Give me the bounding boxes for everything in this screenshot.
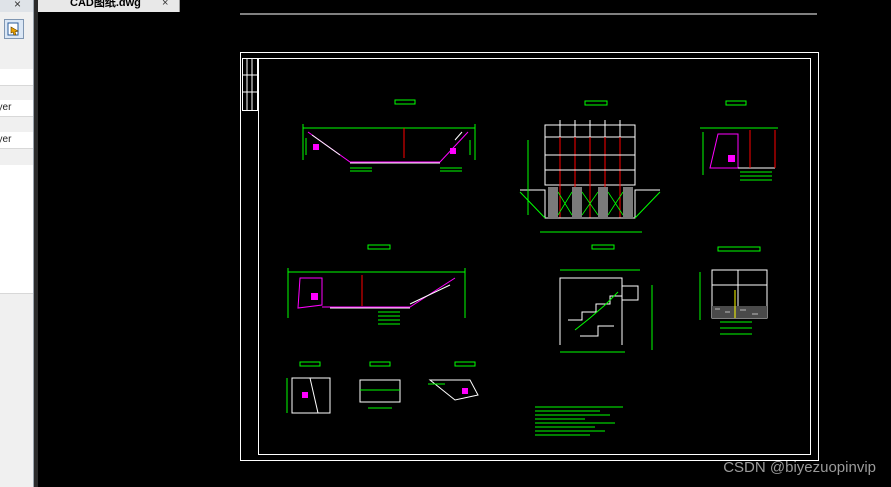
layer-tool-icon[interactable] — [4, 19, 24, 39]
detail-b — [359, 361, 401, 409]
panel-row[interactable] — [0, 213, 33, 230]
stair-section — [559, 244, 653, 353]
file-tab-title: CAD图纸.dwg — [70, 0, 141, 9]
sheet-inner-frame — [258, 58, 811, 455]
panel-header: × — [0, 0, 33, 12]
panel-row[interactable] — [0, 69, 33, 86]
detail-c — [428, 361, 479, 401]
cad-drawing-canvas[interactable] — [38, 12, 891, 487]
watermark-text: CSDN @biyezuopinvip — [723, 459, 876, 476]
cross-section-1 — [302, 99, 476, 172]
layer-row[interactable]: ayer — [0, 100, 33, 117]
panel-row[interactable] — [0, 277, 33, 294]
section-top-right — [700, 100, 778, 181]
panel-row[interactable] — [0, 197, 33, 214]
panel-row[interactable] — [0, 245, 33, 262]
title-strip — [242, 58, 258, 111]
file-tab[interactable]: CAD图纸.dwg × — [38, 0, 180, 12]
panel-row[interactable] — [0, 165, 33, 182]
panel-row[interactable] — [0, 181, 33, 198]
elevation-view — [519, 100, 661, 233]
layer-row[interactable]: ayer — [0, 132, 33, 149]
left-side-panel: × ayer ayer — [0, 0, 34, 487]
panel-row[interactable] — [0, 261, 33, 278]
notes-block — [535, 406, 623, 436]
panel-close-icon[interactable]: × — [14, 0, 21, 11]
tab-close-icon[interactable]: × — [162, 0, 168, 9]
sheet-outer-frame — [240, 52, 819, 461]
panel-row[interactable] — [0, 229, 33, 246]
detail-a — [286, 361, 331, 414]
cross-section-2 — [287, 244, 466, 325]
foundation-detail — [699, 246, 768, 335]
